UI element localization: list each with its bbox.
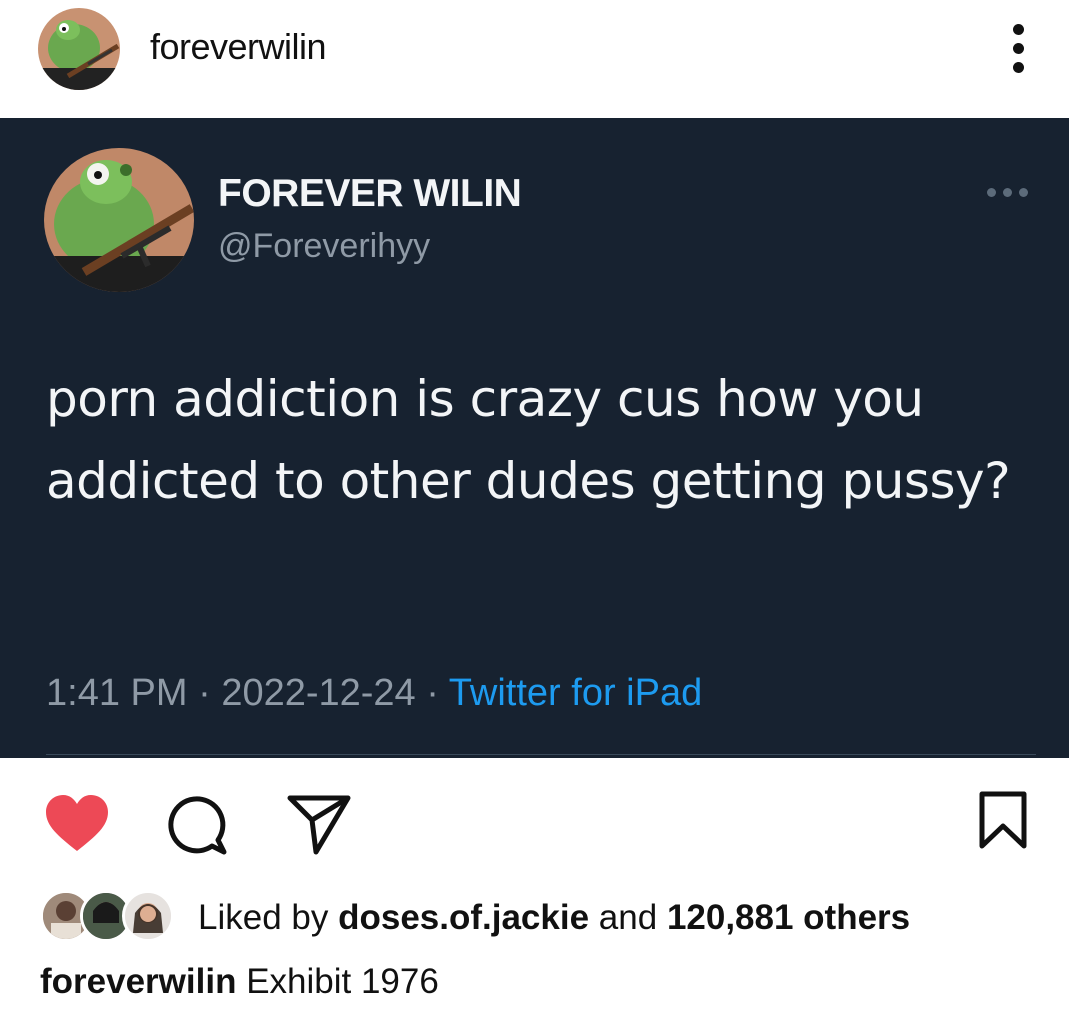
post-header: foreverwilin (0, 0, 1069, 118)
save-button[interactable] (978, 790, 1028, 850)
divider (46, 754, 1036, 755)
heart-filled-icon (46, 795, 108, 851)
share-button[interactable] (286, 794, 352, 856)
frog-avatar-icon (44, 148, 194, 292)
user-photo-icon (125, 893, 171, 939)
post-actions (0, 758, 1069, 878)
tweet-time: 1:41 PM (46, 672, 188, 714)
frog-avatar-icon (38, 8, 120, 90)
comment-button[interactable] (166, 794, 230, 858)
meta-separator: · (426, 672, 439, 714)
meta-separator: · (198, 672, 211, 714)
tweet-source: Twitter for iPad (448, 672, 703, 714)
horizontal-dots-icon (985, 186, 1031, 200)
liked-by-user[interactable]: doses.of.jackie (338, 898, 589, 937)
vertical-dots-icon[interactable] (1004, 22, 1034, 76)
tweet-handle: @Foreverihyy (218, 227, 431, 265)
liker-avatars[interactable] (40, 886, 180, 946)
post-author-avatar[interactable] (38, 8, 120, 90)
likes-summary[interactable]: Liked by doses.of.jackie and 120,881 oth… (198, 898, 910, 938)
paper-plane-icon (287, 795, 351, 855)
tweet-screenshot: FOREVER WILIN @Foreverihyy porn addictio… (0, 118, 1069, 758)
like-button[interactable] (44, 794, 110, 854)
tweet-date: 2022-12-24 (221, 672, 416, 714)
likes-row: Liked by doses.of.jackie and 120,881 oth… (40, 886, 1040, 946)
caption-text: Exhibit 1976 (246, 962, 439, 1001)
post-username[interactable]: foreverwilin (150, 26, 327, 68)
post-caption: foreverwilin Exhibit 1976 (40, 962, 439, 1002)
tweet-author-avatar (44, 148, 194, 292)
caption-username[interactable]: foreverwilin (40, 962, 236, 1001)
bookmark-icon (979, 791, 1027, 849)
avatar (122, 890, 174, 942)
tweet-meta: 1:41 PM · 2022-12-24 · Twitter for iPad (46, 672, 702, 715)
tweet-text: porn addiction is crazy cus how you addi… (46, 370, 1011, 510)
comment-icon (168, 796, 227, 855)
likes-prefix: Liked by (198, 898, 329, 937)
likes-count[interactable]: 120,881 others (667, 898, 910, 937)
tweet-display-name: FOREVER WILIN (218, 172, 522, 215)
likes-conjunction: and (598, 898, 658, 937)
